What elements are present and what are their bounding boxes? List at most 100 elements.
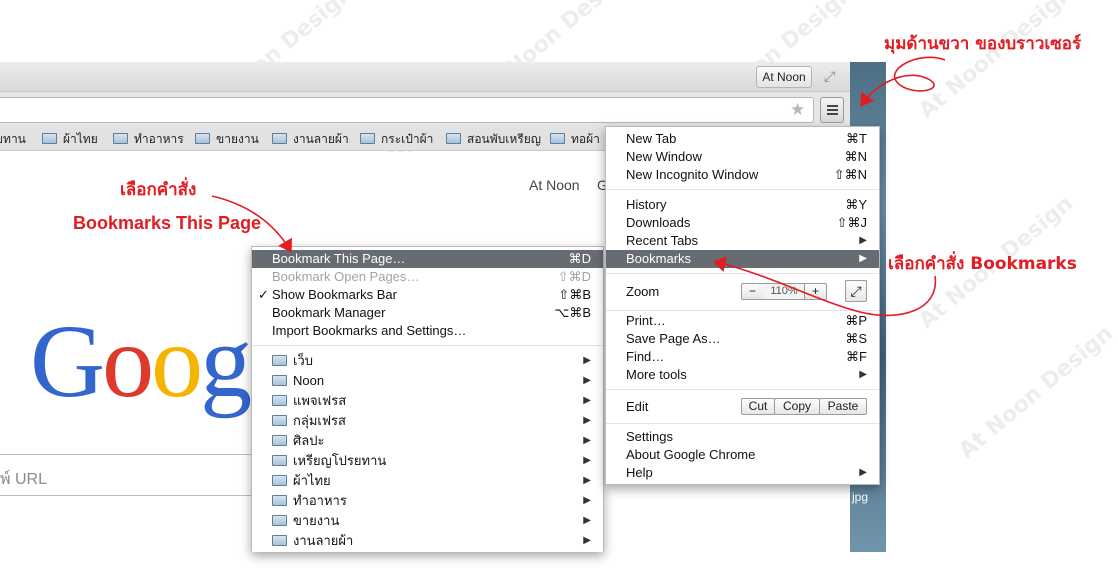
menu-item-label: แพจเฟรส — [293, 393, 347, 408]
menu-item-recent-tabs[interactable]: Recent Tabs ▶ — [606, 232, 879, 250]
annotation-browser-corner: มุมด้านขวา ของบราวเซอร์ — [884, 34, 1082, 54]
menu-item-label: เว็บ — [293, 353, 313, 368]
menu-separator — [606, 389, 879, 390]
bookmark-bar-item[interactable]: กระเป๋าผ้า — [360, 131, 433, 147]
zoom-in-button[interactable]: + — [804, 283, 827, 300]
logo-letter: o — [102, 304, 154, 419]
bookmark-folder-item[interactable]: แพจเฟรส ▶ — [252, 392, 603, 410]
menu-item-history[interactable]: History ⌘Y — [606, 196, 879, 214]
menu-item-label: Print… — [626, 313, 666, 328]
logo-letter: g — [200, 304, 252, 419]
menu-item-label: Settings — [626, 429, 673, 444]
menu-item-bookmarks[interactable]: Bookmarks ▶ — [606, 250, 879, 268]
menu-item-help[interactable]: Help ▶ — [606, 464, 879, 482]
menu-item-bookmark-this-page[interactable]: Bookmark This Page… ⌘D — [252, 250, 603, 268]
menu-item-label: About Google Chrome — [626, 447, 756, 462]
bookmark-folder-item[interactable]: งานลายผ้า ▶ — [252, 532, 603, 550]
submenu-arrow-icon: ▶ — [859, 253, 867, 264]
folder-icon — [550, 133, 565, 144]
chrome-menu-button[interactable] — [820, 97, 844, 123]
folder-icon — [272, 375, 287, 386]
menu-item-label: Import Bookmarks and Settings… — [272, 323, 467, 338]
menu-item-label: History — [626, 197, 667, 212]
bookmark-bar-item-label: ทำอาหาร — [134, 132, 184, 146]
fullscreen-button[interactable]: ⤢ — [845, 280, 867, 302]
menu-item-find[interactable]: Find… ⌘F — [606, 348, 879, 366]
menu-item-label: Bookmark This Page… — [272, 251, 406, 266]
menu-item-shortcut: ⇧⌘B — [558, 287, 591, 302]
menu-item-shortcut: ⌘T — [846, 131, 867, 146]
menu-item-label: ศิลปะ — [293, 433, 325, 448]
bookmark-bar-item-label: ผ้าไทย — [63, 132, 98, 146]
profile-button[interactable]: At Noon — [756, 66, 812, 88]
menu-item-shortcut: ⇧⌘N — [833, 167, 867, 182]
google-user-link[interactable]: At Noon — [529, 177, 580, 193]
bookmark-folder-item[interactable]: ศิลปะ ▶ — [252, 432, 603, 450]
bookmark-bar-item-label: ทอผ้า — [571, 132, 600, 146]
bookmark-bar-item-label: กระเป๋าผ้า — [381, 132, 434, 146]
bookmark-bar-item[interactable]: ทอผ้า — [550, 131, 600, 147]
bookmark-bar-item[interactable]: สอนพับเหรียญ — [446, 131, 541, 147]
logo-letter: G — [30, 304, 105, 419]
menu-item-label: Recent Tabs — [626, 233, 699, 248]
menu-item-bookmark-manager[interactable]: Bookmark Manager ⌥⌘B — [252, 304, 603, 322]
menu-item-save-page-as[interactable]: Save Page As… ⌘S — [606, 330, 879, 348]
folder-icon — [446, 133, 461, 144]
menu-item-label: Find… — [626, 349, 665, 364]
menu-item-shortcut: ⇧⌘D — [557, 269, 591, 284]
fullscreen-icon[interactable]: ⤢ — [824, 68, 840, 84]
bookmark-folder-item[interactable]: ขายงาน ▶ — [252, 512, 603, 530]
menu-separator — [252, 345, 603, 346]
bookmark-bar-item[interactable]: ผ้าไทย — [42, 131, 98, 147]
bookmark-folder-item[interactable]: Noon ▶ — [252, 372, 603, 390]
menu-item-label: ผ้าไทย — [293, 473, 331, 488]
menu-item-new-window[interactable]: New Window ⌘N — [606, 148, 879, 166]
bookmark-bar-item[interactable]: ขายงาน — [195, 131, 259, 147]
search-placeholder: พ์ URL — [0, 471, 47, 488]
menu-item-print[interactable]: Print… ⌘P — [606, 312, 879, 330]
annotation-select-bookmarks: เลือกคำสั่ง Bookmarks — [888, 254, 1077, 274]
submenu-arrow-icon: ▶ — [583, 475, 591, 486]
folder-icon — [360, 133, 375, 144]
menu-item-show-bookmarks-bar[interactable]: ✓ Show Bookmarks Bar ⇧⌘B — [252, 286, 603, 304]
menu-item-new-tab[interactable]: New Tab ⌘T — [606, 130, 879, 148]
cut-button[interactable]: Cut — [741, 398, 775, 415]
bookmark-folder-item[interactable]: ผ้าไทย ▶ — [252, 472, 603, 490]
bookmark-folder-item[interactable]: เว็บ ▶ — [252, 352, 603, 370]
address-bar[interactable]: ★ — [0, 97, 814, 123]
browser-toolbar: ★ — [0, 92, 850, 126]
menu-item-shortcut: ⌥⌘B — [554, 305, 591, 320]
menu-item-downloads[interactable]: Downloads ⇧⌘J — [606, 214, 879, 232]
submenu-arrow-icon: ▶ — [583, 495, 591, 506]
bookmark-folder-item[interactable]: เหรียญโปรยทาน ▶ — [252, 452, 603, 470]
menu-item-label: Show Bookmarks Bar — [272, 287, 397, 302]
menu-item-label: Noon — [293, 373, 325, 388]
annotation-select-command: เลือกคำสั่ง — [120, 180, 197, 200]
menu-item-label: Bookmark Open Pages… — [272, 269, 420, 284]
hamburger-icon-bar — [827, 113, 838, 115]
bookmark-folder-item[interactable]: ทำอาหาร ▶ — [252, 492, 603, 510]
menu-item-shortcut: ⌘N — [844, 149, 867, 164]
paste-button[interactable]: Paste — [819, 398, 867, 415]
bookmark-folder-item[interactable]: กลุ่มเฟรส ▶ — [252, 412, 603, 430]
annotation-bookmarks-this-page: Bookmarks This Page — [73, 213, 262, 233]
menu-item-about-chrome[interactable]: About Google Chrome — [606, 446, 879, 464]
zoom-out-button[interactable]: − — [741, 283, 764, 300]
menu-item-import-bookmarks[interactable]: Import Bookmarks and Settings… — [252, 322, 603, 340]
menu-item-settings[interactable]: Settings — [606, 428, 879, 446]
menu-separator — [606, 423, 879, 424]
bookmark-bar-item[interactable]: งานลายผ้า — [272, 131, 349, 147]
menu-separator — [606, 273, 879, 274]
bookmark-bar-item[interactable]: ทำอาหาร — [113, 131, 184, 147]
copy-button[interactable]: Copy — [774, 398, 820, 415]
submenu-arrow-icon: ▶ — [583, 515, 591, 526]
menu-item-shortcut: ⌘F — [846, 349, 867, 364]
submenu-arrow-icon: ▶ — [583, 355, 591, 366]
menu-item-bookmark-open-pages[interactable]: Bookmark Open Pages… ⇧⌘D — [252, 268, 603, 286]
menu-item-new-incognito-window[interactable]: New Incognito Window ⇧⌘N — [606, 166, 879, 184]
folder-icon — [113, 133, 128, 144]
menu-item-more-tools[interactable]: More tools ▶ — [606, 366, 879, 384]
folder-icon — [272, 455, 287, 466]
bookmark-bar-item[interactable]: ยทาน — [0, 131, 26, 147]
bookmark-star-icon[interactable]: ★ — [790, 101, 805, 119]
